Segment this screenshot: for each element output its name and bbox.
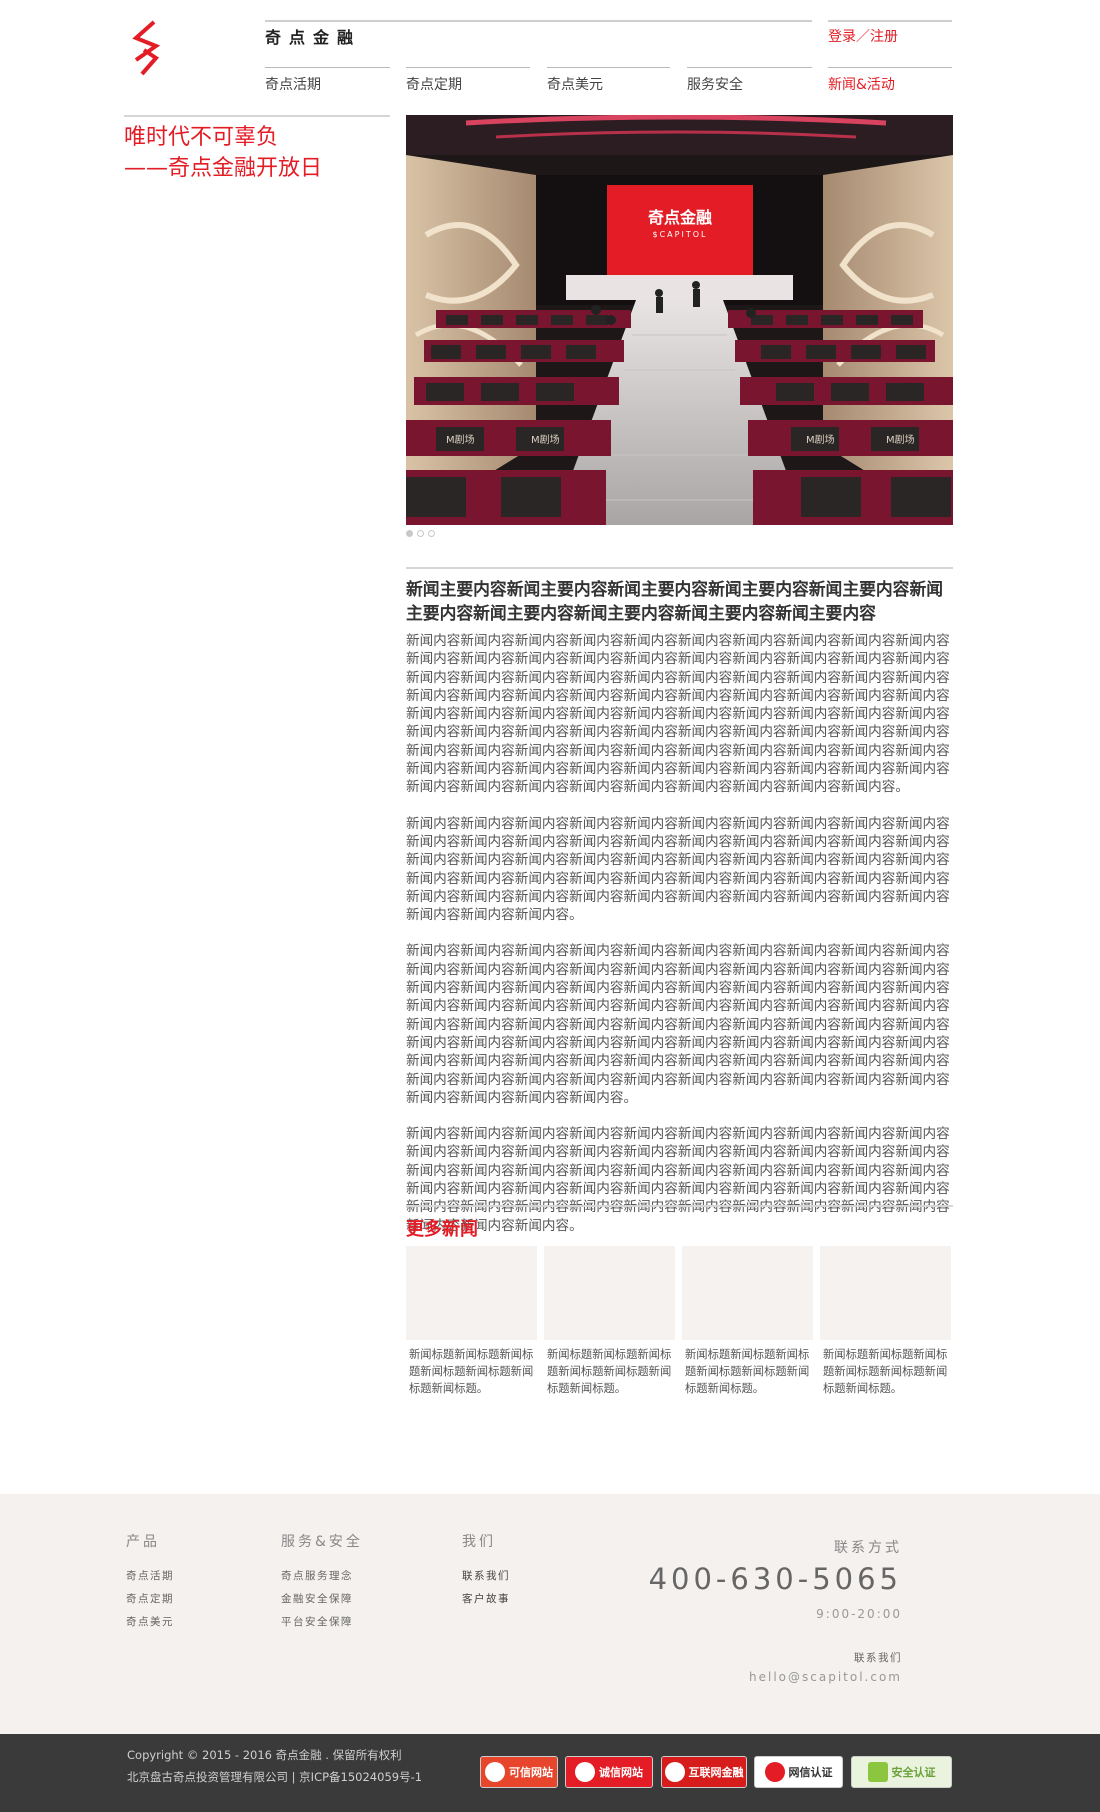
screen-title: 奇点金融 (648, 208, 712, 227)
brand-divider (265, 20, 812, 22)
seat-logo-text: M剧场 (806, 433, 835, 446)
carousel-dot-1[interactable] (406, 530, 413, 537)
badge-label: 互联网金融 (688, 1766, 744, 1779)
hero-carousel-image[interactable]: 奇点金融 $CAPITOL M剧场 M剧场 M剧场 M剧场 (406, 115, 953, 525)
seat-logo-text: M剧场 (446, 433, 475, 446)
article-paragraph: 新闻内容新闻内容新闻内容新闻内容新闻内容新闻内容新闻内容新闻内容新闻内容新闻内容… (406, 815, 950, 924)
screen-subtitle: $CAPITOL (653, 230, 708, 239)
nav-item-usd[interactable]: 奇点美元 (547, 67, 670, 93)
contact-email[interactable]: hello@scapitol.com (749, 1670, 902, 1684)
nav-item-service-security[interactable]: 服务安全 (687, 67, 812, 93)
more-news-heading: 更多新闻 (406, 1219, 478, 1240)
integrity-seal-icon (575, 1762, 595, 1782)
copyright-text: Copyright © 2015 - 2016 奇点金融 . 保留所有权利 (127, 1748, 402, 1762)
internet-finance-badge[interactable]: 互联网金融 (661, 1756, 747, 1788)
footer-link-fixed-deposit[interactable]: 奇点定期 (126, 1591, 174, 1606)
carousel-dot-2[interactable] (417, 530, 424, 537)
news-thumbnail[interactable] (544, 1246, 675, 1340)
badge-label: 网信认证 (788, 1766, 833, 1779)
news-card-title[interactable]: 新闻标题新闻标题新闻标题新闻标题新闻标题新闻标题新闻标题。 (682, 1346, 813, 1397)
footer-link-customer-stories[interactable]: 客户故事 (462, 1591, 510, 1606)
footer-link-contact-us[interactable]: 联系我们 (462, 1568, 510, 1583)
nav-item-current-deposit[interactable]: 奇点活期 (265, 67, 390, 93)
brand-name: 奇点金融 (265, 28, 362, 47)
slogan-line-1: 唯时代不可辜负 (124, 125, 279, 150)
article-title: 新闻主要内容新闻主要内容新闻主要内容新闻主要内容新闻主要内容新闻主要内容新闻主要… (406, 579, 944, 623)
footer-service-heading: 服务&安全 (281, 1534, 363, 1550)
footer-link-usd[interactable]: 奇点美元 (126, 1614, 174, 1629)
seat-logo-text: M剧场 (531, 433, 560, 446)
integrity-website-badge[interactable]: 诚信网站 (565, 1756, 653, 1788)
event-slogan: 唯时代不可辜负 ——奇点金融开放日 (124, 122, 322, 184)
news-thumbnail[interactable] (820, 1246, 951, 1340)
contact-heading: 联系方式 (834, 1540, 902, 1556)
footer-link-service-philosophy[interactable]: 奇点服务理念 (281, 1568, 353, 1583)
footer-link-platform-security[interactable]: 平台安全保障 (281, 1614, 353, 1629)
carousel-indicator (406, 530, 435, 538)
news-card-title[interactable]: 新闻标题新闻标题新闻标题新闻标题新闻标题新闻标题新闻标题。 (406, 1346, 537, 1397)
scapitol-logo[interactable] (124, 20, 166, 76)
lock-icon (867, 1762, 888, 1782)
godaddy-security-badge[interactable]: 安全认证 (851, 1756, 952, 1788)
slogan-divider (124, 115, 390, 117)
news-article: 新闻主要内容新闻主要内容新闻主要内容新闻主要内容新闻主要内容新闻主要内容新闻主要… (406, 577, 958, 1235)
badge-label: 安全认证 (891, 1766, 936, 1779)
news-card[interactable]: 新闻标题新闻标题新闻标题新闻标题新闻标题新闻标题新闻标题。 (820, 1246, 951, 1397)
news-thumbnail[interactable] (682, 1246, 813, 1340)
trusted-website-badge[interactable]: 可信网站 (480, 1756, 558, 1788)
auditorium-photo: 奇点金融 $CAPITOL M剧场 M剧场 M剧场 M剧场 (406, 115, 953, 525)
hotline-number[interactable]: 400-630-5065 (649, 1562, 902, 1596)
login-register-link[interactable]: 登录／注册 (828, 26, 898, 46)
news-card-title[interactable]: 新闻标题新闻标题新闻标题新闻标题新闻标题新闻标题新闻标题。 (820, 1346, 951, 1397)
finance-seal-icon (664, 1762, 685, 1782)
news-card[interactable]: 新闻标题新闻标题新闻标题新闻标题新闻标题新闻标题新闻标题。 (682, 1246, 813, 1397)
footer-link-current-deposit[interactable]: 奇点活期 (126, 1568, 174, 1583)
credit-seal-icon (764, 1762, 785, 1782)
icp-license-text: 北京盘古奇点投资管理有限公司 | 京ICP备15024059号-1 (127, 1770, 423, 1784)
footer-about-heading: 我们 (462, 1534, 496, 1550)
badge-label: 诚信网站 (599, 1766, 643, 1779)
slogan-line-2: ——奇点金融开放日 (124, 156, 323, 181)
carousel-dot-3[interactable] (428, 530, 435, 537)
article-paragraph: 新闻内容新闻内容新闻内容新闻内容新闻内容新闻内容新闻内容新闻内容新闻内容新闻内容… (406, 1126, 950, 1234)
more-news-divider (406, 1205, 953, 1207)
contact-us-label: 联系我们 (854, 1652, 902, 1664)
news-card[interactable]: 新闻标题新闻标题新闻标题新闻标题新闻标题新闻标题新闻标题。 (544, 1246, 675, 1397)
article-paragraph: 新闻内容新闻内容新闻内容新闻内容新闻内容新闻内容新闻内容新闻内容新闻内容新闻内容… (406, 943, 950, 1106)
news-card-title[interactable]: 新闻标题新闻标题新闻标题新闻标题新闻标题新闻标题新闻标题。 (544, 1346, 675, 1397)
login-divider (828, 20, 952, 22)
article-divider (406, 567, 953, 569)
service-hours: 9:00-20:00 (816, 1607, 902, 1621)
nav-item-fixed-deposit[interactable]: 奇点定期 (406, 67, 530, 93)
news-card[interactable]: 新闻标题新闻标题新闻标题新闻标题新闻标题新闻标题新闻标题。 (406, 1246, 537, 1397)
trusted-seal-icon (485, 1762, 505, 1782)
credit-certification-badge[interactable]: 网信认证 (754, 1756, 843, 1788)
footer-products-heading: 产品 (126, 1534, 160, 1550)
news-thumbnail[interactable] (406, 1246, 537, 1340)
seat-logo-text: M剧场 (886, 433, 915, 446)
article-paragraph: 新闻内容新闻内容新闻内容新闻内容新闻内容新闻内容新闻内容新闻内容新闻内容新闻内容… (406, 633, 950, 796)
footer-link-financial-security[interactable]: 金融安全保障 (281, 1591, 353, 1606)
nav-item-news-events[interactable]: 新闻&活动 (828, 67, 952, 93)
badge-label: 可信网站 (509, 1766, 553, 1779)
